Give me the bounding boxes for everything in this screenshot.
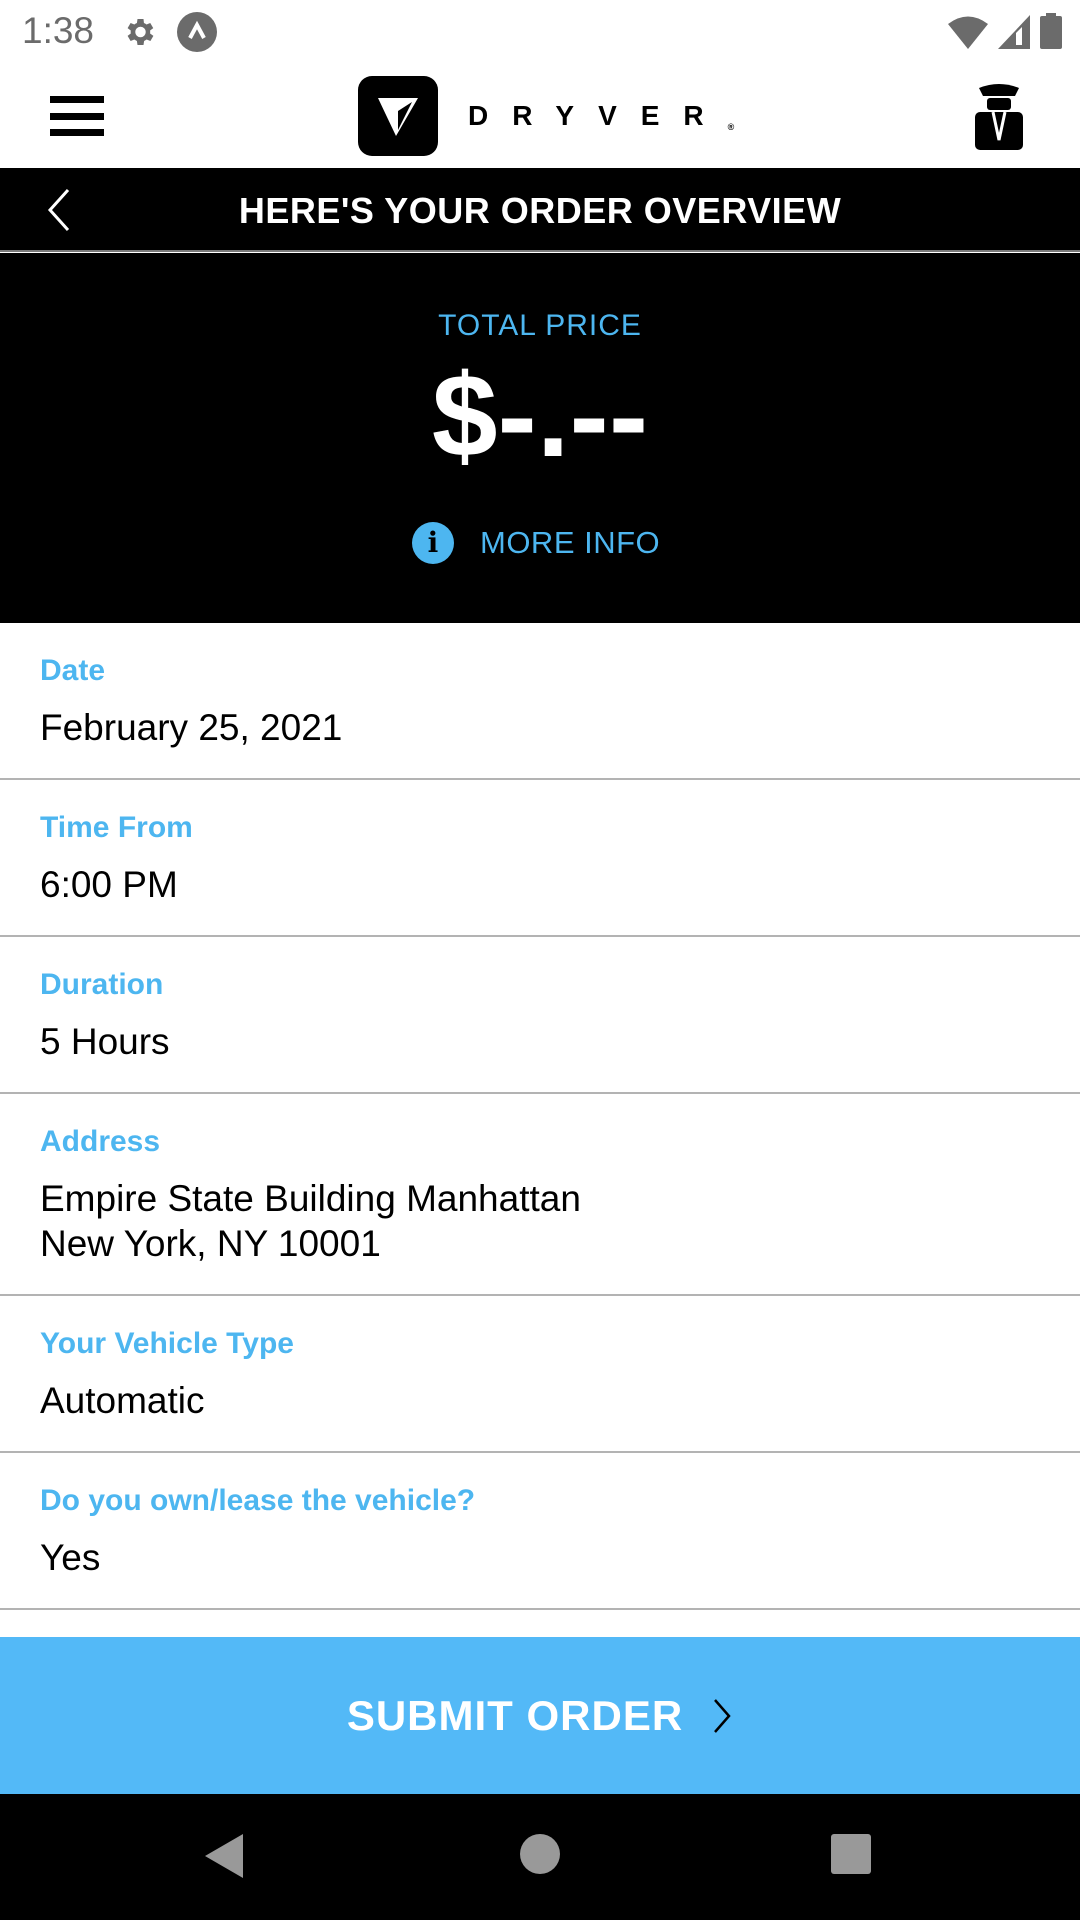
arrow-logo-icon [378,98,418,136]
detail-value: Yes [40,1537,101,1578]
detail-label: Address [40,1125,161,1158]
detail-row-time-from: Time From 6:00 PM [0,780,1080,937]
detail-value: Empire State Building Manhattan New York… [40,1176,1040,1266]
detail-label: Duration [40,968,164,1001]
more-info-button[interactable]: i MORE INFO [412,521,660,565]
detail-label: Date [40,654,106,687]
cellular-signal-icon [998,15,1030,49]
detail-label: Do you own/lease the vehicle? [40,1484,476,1517]
nav-recents-icon[interactable] [831,1834,871,1874]
more-info-label: MORE INFO [480,525,661,560]
battery-icon [1040,13,1062,49]
app-notification-icon [177,12,217,52]
address-line-2: New York, NY 10001 [40,1223,381,1264]
submit-order-button[interactable]: SUBMIT ORDER [0,1637,1080,1794]
app-header: DRYVER® [0,64,1080,168]
status-time: 1:38 [22,10,95,51]
brand-wordmark: DRYVER® [468,100,734,132]
nav-home-icon[interactable] [520,1834,560,1874]
order-details: Date February 25, 2021 Time From 6:00 PM… [0,623,1080,1610]
status-bar: 1:38 [0,0,1080,64]
registered-mark: ® [727,122,735,132]
wifi-icon [948,16,988,49]
hamburger-menu-icon[interactable] [50,96,104,136]
detail-row-vehicle-type: Your Vehicle Type Automatic [0,1296,1080,1453]
detail-row-address: Address Empire State Building Manhattan … [0,1094,1080,1296]
address-line-1: Empire State Building Manhattan [40,1178,581,1219]
detail-value: 5 Hours [40,1021,170,1062]
chevron-right-icon [714,1698,731,1733]
nav-back-icon[interactable] [205,1834,245,1878]
detail-value: 6:00 PM [40,864,178,905]
total-price-value: $-.-- [431,350,649,482]
price-panel: TOTAL PRICE $-.-- i MORE INFO [0,253,1080,623]
brand-logo [358,76,438,156]
detail-label: Time From [40,811,193,844]
info-icon: i [412,522,454,564]
brand-name: DRYVER [468,100,728,131]
total-price-label: TOTAL PRICE [438,309,642,342]
detail-value: Automatic [40,1380,205,1421]
page-title: HERE'S YOUR ORDER OVERVIEW [238,190,842,231]
title-bar: HERE'S YOUR ORDER OVERVIEW [0,168,1080,252]
detail-row-own-lease: Do you own/lease the vehicle? Yes [0,1453,1080,1610]
detail-row-duration: Duration 5 Hours [0,937,1080,1094]
detail-row-date: Date February 25, 2021 [0,623,1080,780]
detail-value: February 25, 2021 [40,707,343,748]
gear-icon [127,18,154,46]
system-nav-bar [0,1794,1080,1920]
submit-order-label: SUBMIT ORDER [346,1691,684,1739]
detail-label: Your Vehicle Type [40,1327,294,1360]
chauffeur-icon[interactable] [975,82,1023,150]
